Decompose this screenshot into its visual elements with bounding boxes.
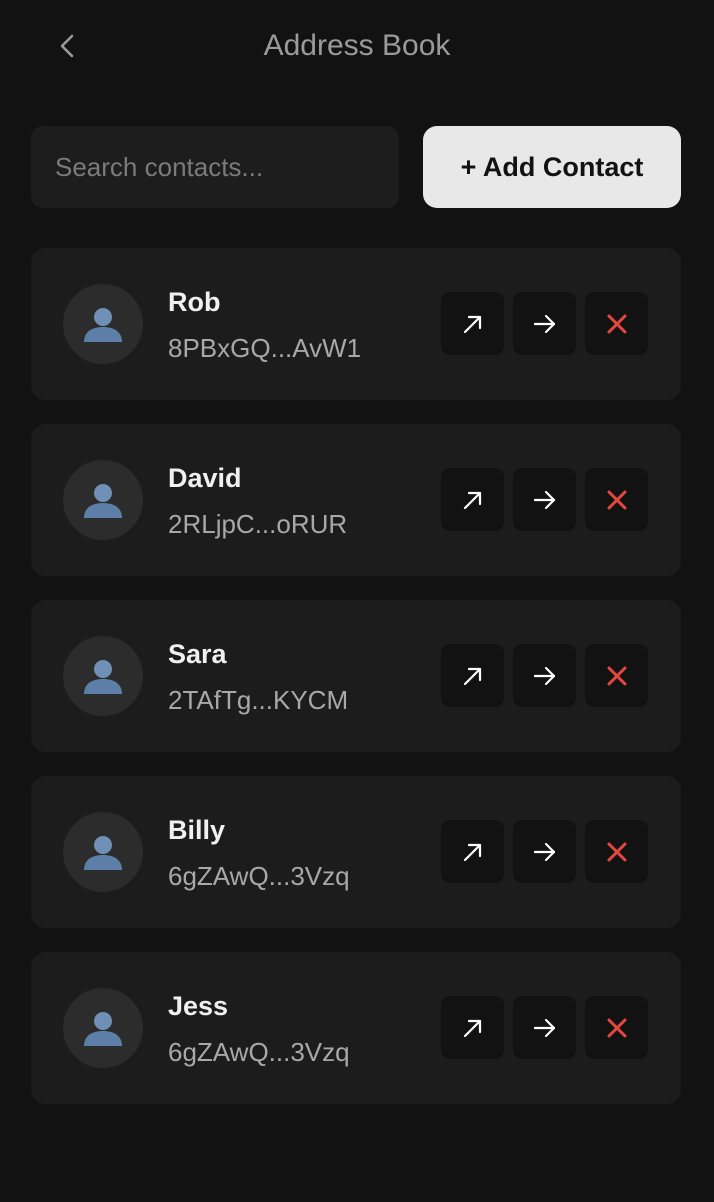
delete-contact-button[interactable]	[585, 996, 648, 1059]
close-icon	[607, 666, 626, 685]
contact-list: Rob 8PBxGQ...AvW1 David 2RLjpC...oRUR Sa…	[31, 248, 681, 1128]
arrow-up-right-icon	[463, 1019, 481, 1037]
avatar	[63, 284, 143, 364]
open-contact-button[interactable]	[441, 292, 504, 355]
send-to-contact-button[interactable]	[513, 996, 576, 1059]
contact-actions	[441, 292, 648, 355]
arrow-up-right-icon	[463, 843, 481, 861]
close-icon	[607, 490, 626, 509]
contact-address: 6gZAwQ...3Vzq	[168, 861, 350, 891]
close-icon	[607, 1018, 626, 1037]
contact-name: Sara	[168, 639, 227, 669]
contact-card: David 2RLjpC...oRUR	[31, 424, 681, 576]
contact-card: Jess 6gZAwQ...3Vzq	[31, 952, 681, 1104]
contact-actions	[441, 468, 648, 531]
open-contact-button[interactable]	[441, 644, 504, 707]
send-to-contact-button[interactable]	[513, 644, 576, 707]
page-title: Address Book	[263, 29, 451, 62]
arrow-up-right-icon	[463, 315, 481, 333]
open-contact-button[interactable]	[441, 996, 504, 1059]
contact-card: Sara 2TAfTg...KYCM	[31, 600, 681, 752]
avatar	[63, 812, 143, 892]
close-icon	[607, 314, 626, 333]
contact-actions	[441, 820, 648, 883]
arrow-right-icon	[533, 666, 555, 685]
contact-card: Billy 6gZAwQ...3Vzq	[31, 776, 681, 928]
header: Address Book	[0, 0, 714, 94]
open-contact-button[interactable]	[441, 468, 504, 531]
avatar	[63, 636, 143, 716]
contact-address: 2RLjpC...oRUR	[168, 509, 348, 539]
delete-contact-button[interactable]	[585, 644, 648, 707]
close-icon	[607, 842, 626, 861]
contact-name: Billy	[168, 815, 226, 845]
contact-name: David	[168, 463, 242, 493]
contact-actions	[441, 996, 648, 1059]
user-icon	[84, 1012, 122, 1046]
send-to-contact-button[interactable]	[513, 468, 576, 531]
arrow-up-right-icon	[463, 491, 481, 509]
delete-contact-button[interactable]	[585, 820, 648, 883]
arrow-right-icon	[533, 842, 555, 861]
user-icon	[84, 308, 122, 342]
contact-card: Rob 8PBxGQ...AvW1	[31, 248, 681, 400]
contact-actions	[441, 644, 648, 707]
add-contact-button[interactable]: + Add Contact	[423, 126, 681, 208]
send-to-contact-button[interactable]	[513, 292, 576, 355]
avatar	[63, 460, 143, 540]
delete-contact-button[interactable]	[585, 468, 648, 531]
avatar	[63, 988, 143, 1068]
open-contact-button[interactable]	[441, 820, 504, 883]
arrow-right-icon	[533, 314, 555, 333]
arrow-up-right-icon	[463, 667, 481, 685]
arrow-right-icon	[533, 1018, 555, 1037]
user-icon	[84, 660, 122, 694]
send-to-contact-button[interactable]	[513, 820, 576, 883]
contact-name: Rob	[168, 287, 221, 317]
user-icon	[84, 836, 122, 870]
user-icon	[84, 484, 122, 518]
contact-address: 2TAfTg...KYCM	[168, 685, 349, 715]
contact-name: Jess	[168, 991, 229, 1021]
contact-address: 8PBxGQ...AvW1	[168, 333, 362, 363]
delete-contact-button[interactable]	[585, 292, 648, 355]
arrow-right-icon	[533, 490, 555, 509]
search-input[interactable]	[31, 126, 399, 208]
toolbar: + Add Contact	[31, 126, 681, 208]
contact-address: 6gZAwQ...3Vzq	[168, 1037, 350, 1067]
